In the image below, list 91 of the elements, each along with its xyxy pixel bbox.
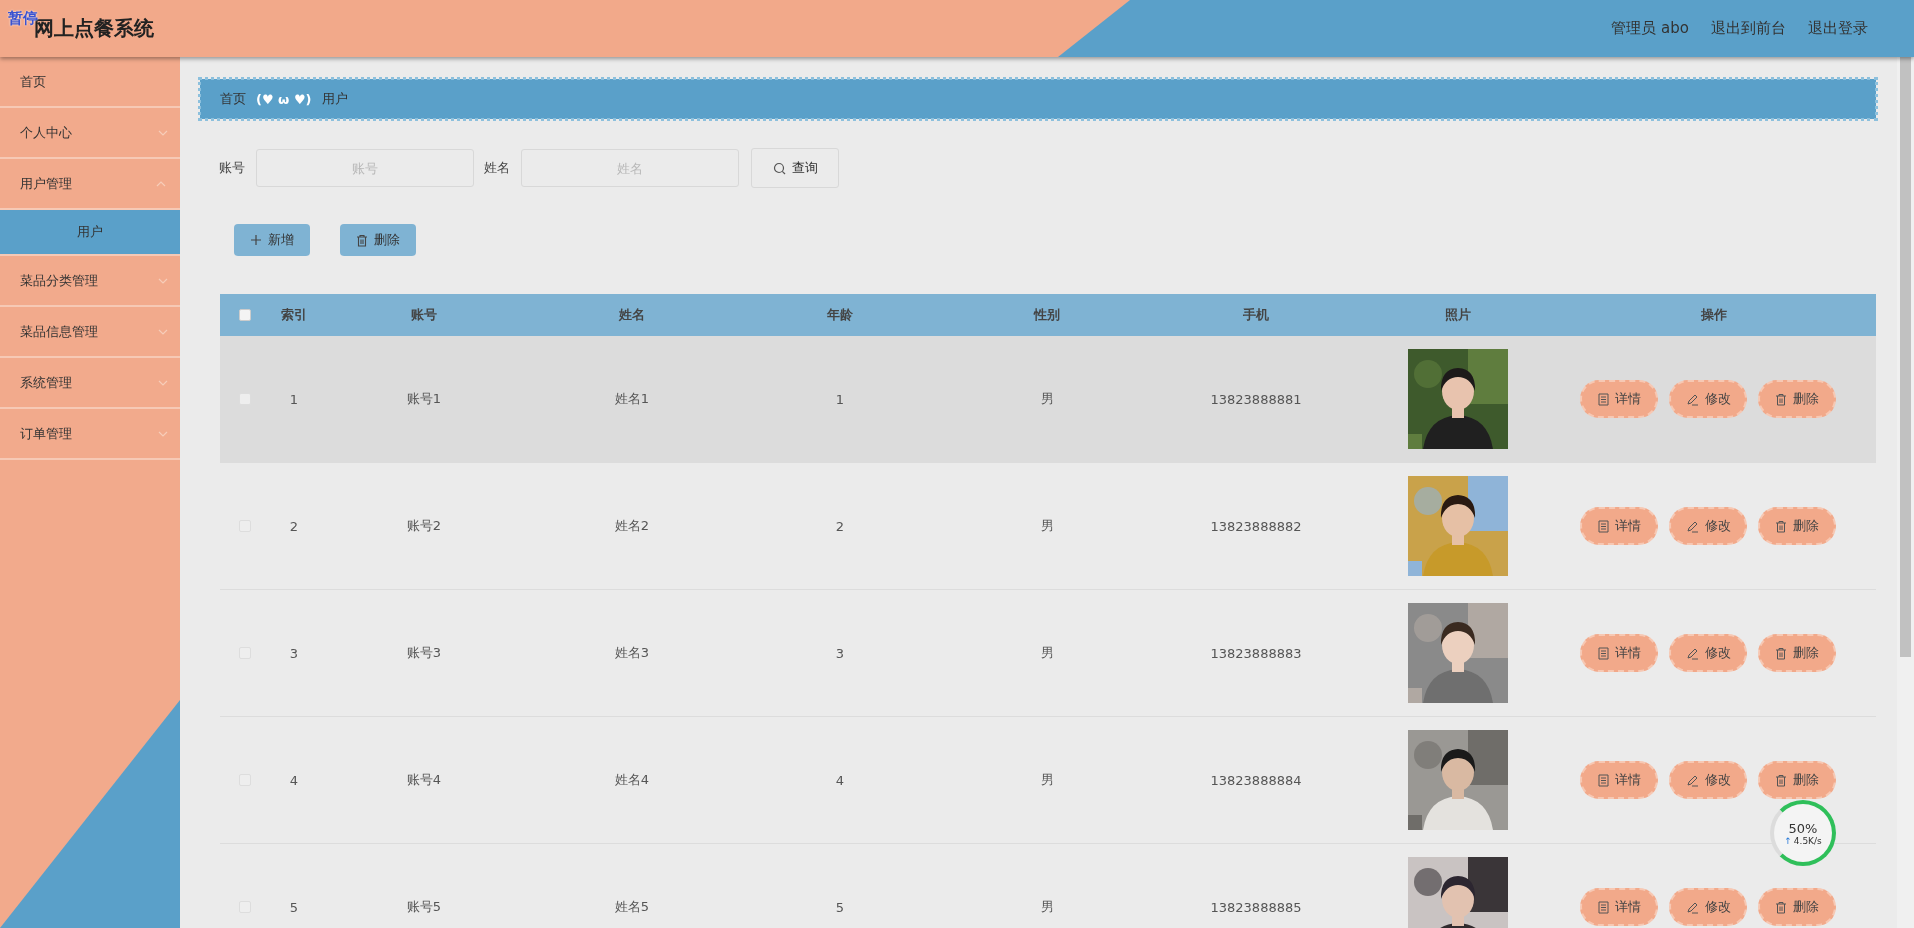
table-cell: 男	[1040, 390, 1054, 408]
table-cell: 1	[289, 391, 299, 407]
search-icon	[772, 161, 786, 175]
toolbar-button[interactable]: 新增	[234, 224, 310, 256]
menu-item[interactable]: 菜品分类管理	[0, 256, 180, 307]
header-link[interactable]: 退出到前台	[1711, 19, 1786, 38]
submenu-item[interactable]: 用户	[0, 210, 180, 256]
table-cell: 2	[289, 518, 299, 534]
table-cell: 1	[835, 391, 845, 407]
table-cell: 男	[1040, 517, 1054, 535]
trash-icon	[1775, 519, 1787, 533]
action-button[interactable]: 删除	[1758, 761, 1836, 799]
pencil-icon	[1685, 900, 1699, 914]
action-button[interactable]: 详情	[1580, 507, 1658, 545]
table-cell: 4	[835, 772, 845, 788]
table-cell: 2	[835, 518, 845, 534]
trash-icon	[1775, 900, 1787, 914]
column-header: 账号	[411, 306, 437, 324]
trash-icon	[356, 233, 368, 247]
table-cell: 姓名4	[614, 771, 650, 789]
breadcrumb-separator: (♥ ω ♥)	[256, 91, 312, 107]
table-cell: 3	[289, 645, 299, 661]
table-cell: 姓名1	[614, 390, 650, 408]
column-header: 性别	[1034, 306, 1060, 324]
table-cell: 账号2	[406, 517, 442, 535]
pencil-icon	[1685, 773, 1699, 787]
action-button[interactable]: 修改	[1669, 761, 1747, 799]
pencil-icon	[1685, 392, 1699, 406]
action-button[interactable]: 删除	[1758, 634, 1836, 672]
menu-item[interactable]: 个人中心	[0, 108, 180, 159]
menu-item[interactable]: 订单管理	[0, 409, 180, 460]
select-all-checkbox[interactable]	[239, 309, 251, 321]
document-icon	[1597, 900, 1609, 914]
table-cell: 账号3	[406, 644, 442, 662]
action-button[interactable]: 修改	[1669, 888, 1747, 926]
document-icon	[1597, 519, 1609, 533]
search-button[interactable]: 查询	[751, 148, 839, 188]
trash-icon	[1775, 392, 1787, 406]
table-cell: 姓名2	[614, 517, 650, 535]
table-cell: 账号4	[406, 771, 442, 789]
action-button[interactable]: 修改	[1669, 380, 1747, 418]
table-cell: 姓名3	[614, 644, 650, 662]
action-button[interactable]: 详情	[1580, 380, 1658, 418]
action-button[interactable]: 删除	[1758, 507, 1836, 545]
table-cell: 男	[1040, 771, 1054, 789]
action-button[interactable]: 删除	[1758, 380, 1836, 418]
column-header: 年龄	[827, 306, 853, 324]
field-label: 账号	[219, 159, 245, 177]
trash-icon	[1775, 646, 1787, 660]
table-cell: 13823888882	[1210, 518, 1302, 534]
action-button[interactable]: 删除	[1758, 888, 1836, 926]
action-button[interactable]: 修改	[1669, 634, 1747, 672]
breadcrumb-link[interactable]: 用户	[321, 90, 348, 108]
action-button[interactable]: 详情	[1580, 888, 1658, 926]
pencil-icon	[1685, 519, 1699, 533]
menu-item[interactable]: 菜品信息管理	[0, 307, 180, 358]
header-link[interactable]: 管理员 abo	[1611, 19, 1689, 38]
column-header: 姓名	[619, 306, 645, 324]
scrollbar[interactable]	[1897, 57, 1914, 928]
table-cell: 13823888883	[1210, 645, 1302, 661]
table-cell: 13823888884	[1210, 772, 1302, 788]
plus-icon	[250, 234, 262, 246]
action-button[interactable]: 详情	[1580, 634, 1658, 672]
pencil-icon	[1685, 646, 1699, 660]
table-cell: 4	[289, 772, 299, 788]
menu-item[interactable]: 首页	[0, 57, 180, 108]
trash-icon	[1775, 773, 1787, 787]
column-header: 索引	[281, 306, 307, 324]
column-header: 手机	[1243, 306, 1269, 324]
table-cell: 姓名5	[614, 898, 650, 916]
document-icon	[1597, 773, 1609, 787]
field-label: 姓名	[484, 159, 510, 177]
document-icon	[1597, 392, 1609, 406]
menu-item[interactable]: 系统管理	[0, 358, 180, 409]
action-button[interactable]: 详情	[1580, 761, 1658, 799]
action-button[interactable]: 修改	[1669, 507, 1747, 545]
table-cell: 13823888881	[1210, 391, 1302, 407]
table-cell: 3	[835, 645, 845, 661]
table-cell: 账号5	[406, 898, 442, 916]
table-cell: 5	[835, 899, 845, 915]
table-cell: 男	[1040, 644, 1054, 662]
document-icon	[1597, 646, 1609, 660]
table-cell: 13823888885	[1210, 899, 1302, 915]
header-link[interactable]: 退出登录	[1808, 19, 1868, 38]
table-cell: 男	[1040, 898, 1054, 916]
table-cell: 账号1	[406, 390, 442, 408]
breadcrumb-link[interactable]: 首页	[220, 90, 246, 108]
table-cell: 5	[289, 899, 299, 915]
column-header: 照片	[1445, 306, 1471, 324]
column-header: 操作	[1701, 306, 1727, 324]
toolbar-button[interactable]: 删除	[340, 224, 416, 256]
